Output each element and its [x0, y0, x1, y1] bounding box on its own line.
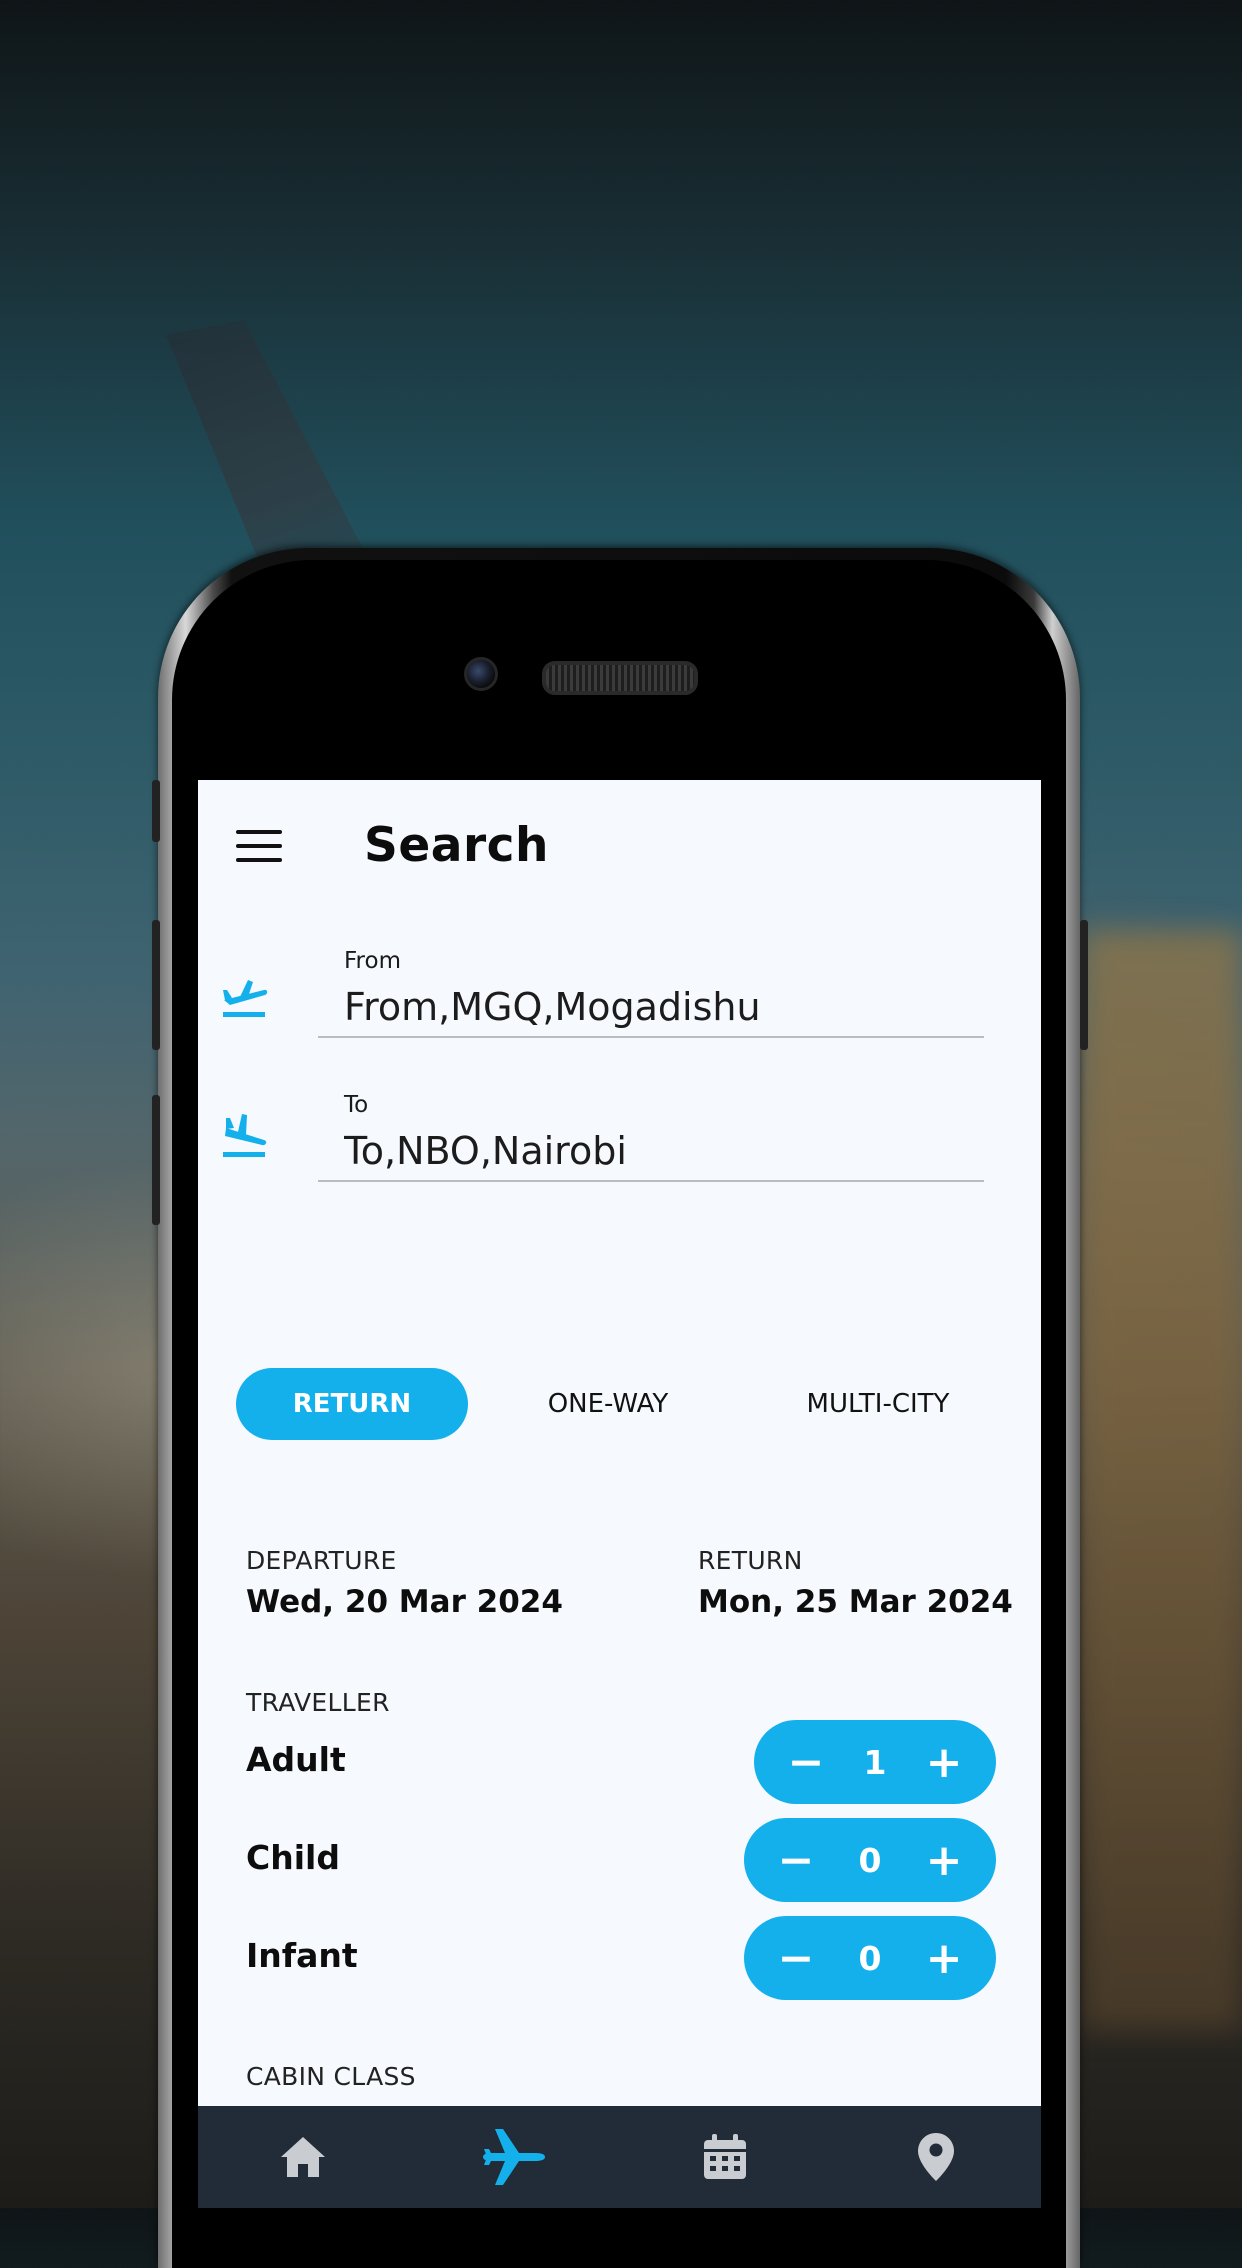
phone-volume-up — [152, 920, 160, 1050]
map-pin-icon — [917, 2133, 954, 2181]
phone-speaker — [542, 661, 698, 695]
return-date[interactable]: Mon, 25 Mar 2024 — [698, 1584, 1013, 1620]
child-label: Child — [246, 1838, 340, 1877]
traveller-label: TRAVELLER — [246, 1688, 390, 1717]
phone-volume-down — [152, 1095, 160, 1225]
adult-decrement-button[interactable]: − — [776, 1732, 836, 1792]
cabin-class-label: CABIN CLASS — [246, 2062, 416, 2091]
to-input[interactable] — [318, 1122, 984, 1182]
landing-icon — [223, 1114, 267, 1157]
infant-decrement-button[interactable]: − — [766, 1928, 826, 1988]
phone-camera — [464, 657, 498, 691]
from-label: From — [344, 948, 401, 974]
adult-label: Adult — [246, 1740, 346, 1779]
page-title: Search — [364, 818, 549, 873]
to-label: To — [344, 1092, 369, 1118]
home-icon — [281, 2137, 326, 2177]
adult-count: 1 — [863, 1742, 887, 1782]
nav-calendar[interactable] — [685, 2117, 765, 2197]
departure-date[interactable]: Wed, 20 Mar 2024 — [246, 1584, 563, 1620]
calendar-icon — [703, 2134, 746, 2179]
adult-stepper: − 1 + — [754, 1720, 996, 1804]
infant-increment-button[interactable]: + — [914, 1928, 974, 1988]
tab-one-way[interactable]: ONE-WAY — [508, 1368, 708, 1440]
infant-count: 0 — [858, 1938, 882, 1978]
infant-label: Infant — [246, 1936, 358, 1975]
phone-power-button — [1080, 920, 1088, 1050]
departure-label: DEPARTURE — [246, 1546, 397, 1575]
tab-multi-city[interactable]: MULTI-CITY — [758, 1368, 998, 1440]
bottom-nav — [198, 2106, 1041, 2208]
child-increment-button[interactable]: + — [914, 1830, 974, 1890]
return-label: RETURN — [698, 1546, 803, 1575]
child-count: 0 — [858, 1840, 882, 1880]
background-wing-right — [1082, 930, 1242, 2030]
tab-return[interactable]: RETURN — [236, 1368, 468, 1440]
from-input[interactable] — [318, 978, 984, 1038]
nav-location[interactable] — [896, 2117, 976, 2197]
app-screen: Search From To RETURN ONE-WAY MULTI-CITY… — [198, 780, 1041, 2208]
airplane-icon — [483, 2129, 546, 2185]
takeoff-icon — [223, 980, 268, 1017]
nav-home[interactable] — [263, 2117, 343, 2197]
child-decrement-button[interactable]: − — [766, 1830, 826, 1890]
infant-stepper: − 0 + — [744, 1916, 996, 2000]
menu-icon[interactable] — [236, 830, 282, 862]
phone-mute-switch — [152, 780, 160, 842]
nav-flights[interactable] — [474, 2117, 554, 2197]
child-stepper: − 0 + — [744, 1818, 996, 1902]
adult-increment-button[interactable]: + — [914, 1732, 974, 1792]
